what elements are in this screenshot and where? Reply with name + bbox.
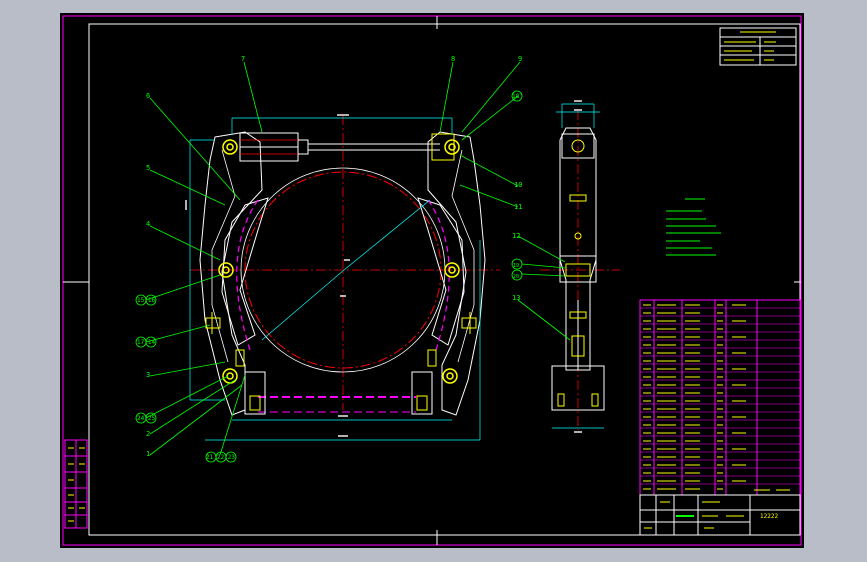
callout-1: 1 bbox=[146, 450, 150, 458]
callout-19: 19 bbox=[513, 263, 519, 269]
callout-6: 6 bbox=[146, 92, 150, 100]
callout-7: 7 bbox=[241, 55, 245, 63]
cad-drawing-canvas: 7 8 9 10 11 6 5 4 3 2 1 18 15 16 17 14 2… bbox=[60, 13, 804, 548]
callout-4: 4 bbox=[146, 220, 150, 228]
callout-9: 9 bbox=[518, 55, 522, 63]
callout-2: 2 bbox=[146, 430, 150, 438]
callout-10: 10 bbox=[514, 181, 522, 189]
callout-11: 11 bbox=[514, 203, 522, 211]
callout-8: 8 bbox=[451, 55, 455, 63]
callout-20: 20 bbox=[513, 274, 519, 280]
callout-12: 12 bbox=[512, 232, 520, 240]
callout-21-22-23: 21 22 23 bbox=[206, 454, 235, 461]
callout-13: 13 bbox=[512, 294, 520, 302]
callout-3: 3 bbox=[146, 371, 150, 379]
drawing-number: 12222 bbox=[760, 513, 778, 520]
callout-5: 5 bbox=[146, 164, 150, 172]
